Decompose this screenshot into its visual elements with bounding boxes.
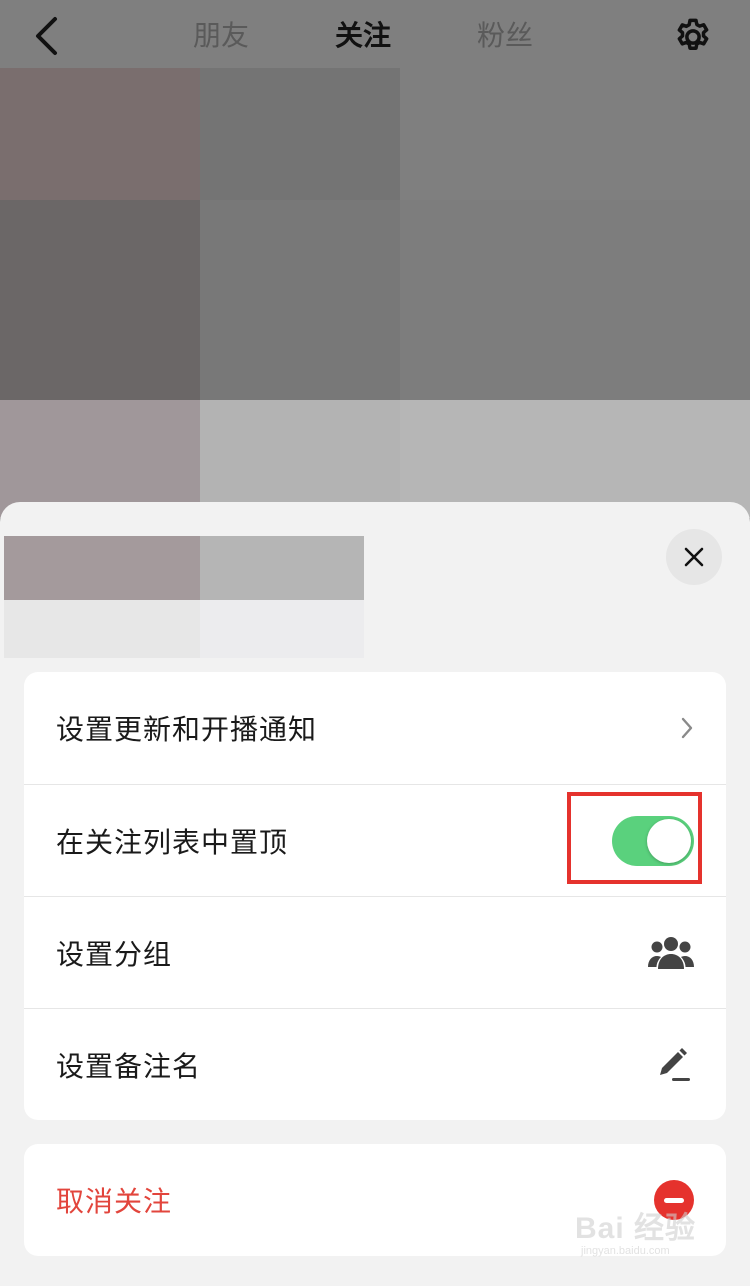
set-group-row[interactable]: 设置分组: [24, 896, 726, 1008]
row-label: 设置分组: [56, 937, 173, 971]
blurred-background-content: [0, 68, 750, 518]
row-label: 设置备注名: [56, 1049, 202, 1083]
pin-to-top-row: 在关注列表中置顶: [24, 784, 726, 896]
minus-circle-icon: [654, 1180, 694, 1220]
update-and-live-notification-row[interactable]: 设置更新和开播通知: [24, 672, 726, 784]
close-button[interactable]: [666, 529, 722, 585]
unfollow-label: 取消关注: [56, 1185, 173, 1218]
tab-friends[interactable]: 朋友: [193, 16, 249, 56]
pin-to-top-toggle[interactable]: [612, 815, 694, 866]
close-icon: [684, 547, 704, 567]
row-label: 设置更新和开播通知: [56, 713, 318, 746]
gear-icon: [677, 18, 709, 50]
action-sheet: 设置更新和开播通知 在关注列表中置顶 设置分组 设置备注名 取消关注: [0, 502, 750, 1286]
settings-button[interactable]: [670, 14, 716, 60]
chevron-left-icon: [36, 17, 57, 55]
group-icon: [648, 936, 694, 969]
tab-fans[interactable]: 粉丝: [477, 16, 533, 56]
set-remark-name-row[interactable]: 设置备注名: [24, 1008, 726, 1120]
unfollow-card: 取消关注: [24, 1144, 726, 1256]
user-profile-blurred: [4, 536, 364, 658]
row-label: 在关注列表中置顶: [56, 825, 289, 859]
back-button[interactable]: [26, 14, 66, 58]
toggle-knob: [647, 818, 691, 863]
chevron-right-icon: [681, 717, 693, 739]
unfollow-button[interactable]: 取消关注: [24, 1144, 726, 1256]
tab-following[interactable]: 关注: [335, 16, 391, 56]
pencil-icon: [660, 1047, 690, 1081]
options-card: 设置更新和开播通知 在关注列表中置顶 设置分组 设置备注名: [24, 672, 726, 1120]
top-nav-bar: 朋友 关注 粉丝: [0, 0, 750, 68]
